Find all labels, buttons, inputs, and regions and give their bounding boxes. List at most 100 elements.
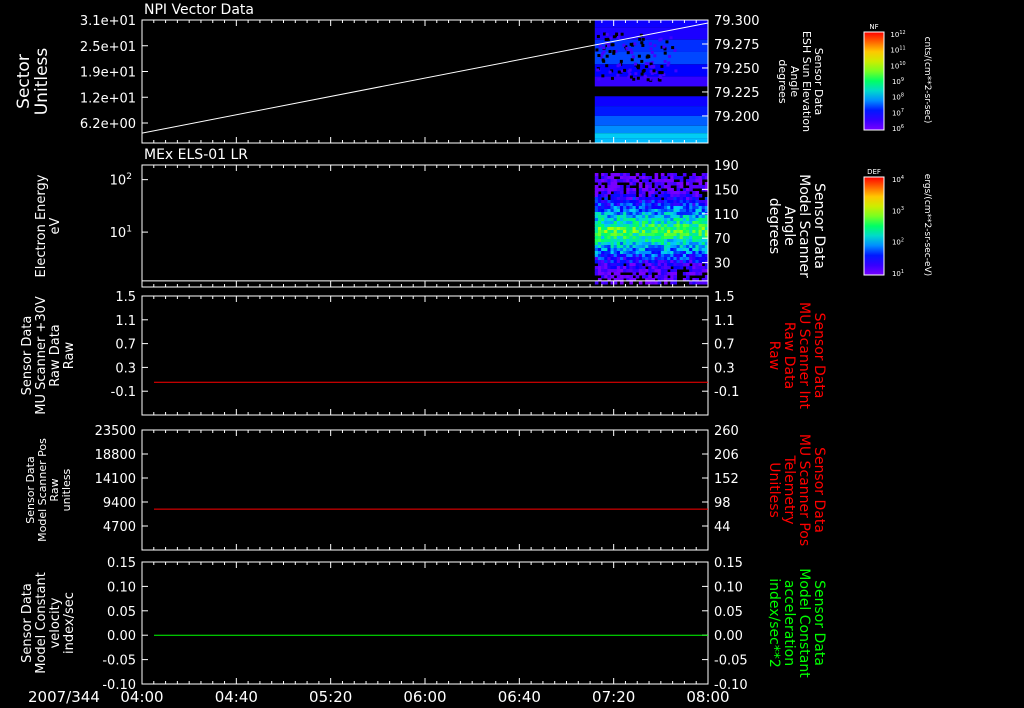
spectrogram-cell xyxy=(651,257,656,261)
spectrogram-cell xyxy=(685,236,690,240)
spectrogram-cell xyxy=(594,281,599,285)
spectrogram-cell xyxy=(663,239,668,243)
spectrogram-cell xyxy=(610,182,615,186)
spectrogram-cell xyxy=(695,179,700,183)
spectrogram-cell xyxy=(616,218,621,222)
spectrogram-cell xyxy=(673,245,678,249)
spectrogram-cell xyxy=(660,64,664,68)
spectrogram-cell xyxy=(673,218,678,222)
spectrogram-cell xyxy=(679,251,684,255)
spectrogram-cell xyxy=(625,46,629,50)
spectrogram-cell xyxy=(616,203,621,207)
spectrogram-cell xyxy=(635,263,640,267)
y2-axis-label: acceleration xyxy=(781,580,797,666)
spectrogram-cell xyxy=(663,176,668,180)
y-axis-label: MU Scanner +30V xyxy=(34,296,49,415)
y-tick-label: 0.7 xyxy=(115,338,136,353)
spectrogram-cell xyxy=(623,269,627,273)
spectrogram-cell xyxy=(663,203,668,207)
spectrogram-cell xyxy=(701,218,706,222)
y2-tick-label: -0.1 xyxy=(714,385,739,400)
colorbar-tick-label: 107 xyxy=(892,108,904,117)
spectrogram-cell xyxy=(695,236,700,240)
spectrogram-cell xyxy=(698,230,703,234)
spectrogram-cell xyxy=(597,218,602,222)
spectrogram-cell xyxy=(638,233,643,237)
spectrogram-cell xyxy=(597,233,602,237)
spectrogram-cell xyxy=(601,275,605,279)
spectrogram-cell xyxy=(616,191,621,195)
spectrogram-cell xyxy=(607,260,612,264)
spectrogram-cell xyxy=(701,206,706,210)
spectrogram-cell xyxy=(601,209,605,213)
spectrogram-cell xyxy=(692,242,696,246)
panel-title: NPI Vector Data xyxy=(144,2,254,18)
spectrogram-cell xyxy=(607,215,612,219)
spectrogram-cell xyxy=(645,281,649,285)
spectrogram-cell xyxy=(667,173,671,177)
spectrogram-cell xyxy=(689,221,693,225)
spectrogram-cell xyxy=(616,194,621,198)
spectrogram-cell xyxy=(654,197,659,201)
spectrogram-cell xyxy=(623,254,627,258)
spectrogram-cell xyxy=(698,257,703,261)
spectrogram-cell xyxy=(610,206,615,210)
panel-5: 0.150.100.050.00-0.05-0.100.150.100.050.… xyxy=(20,556,827,693)
y2-axis-label: degrees xyxy=(766,198,782,254)
spectrogram-cell xyxy=(616,200,621,204)
spectrogram-cell xyxy=(679,221,684,225)
spectrogram-cell xyxy=(695,209,700,213)
spectrogram-cell xyxy=(626,176,630,180)
spectrogram-cell xyxy=(679,263,684,267)
spectrogram-cell xyxy=(701,245,706,249)
spectrogram-cell xyxy=(660,260,665,264)
y-tick-label: 18800 xyxy=(95,448,136,463)
spectrogram-cell xyxy=(676,206,681,210)
spectrogram-cell xyxy=(652,65,656,69)
spectrogram-cell xyxy=(635,236,640,240)
spectrogram-cell xyxy=(648,239,652,243)
spectrogram-cell xyxy=(670,263,674,267)
spectrogram-cell xyxy=(663,275,668,279)
spectrogram-cell xyxy=(660,257,665,261)
spectrogram-cell xyxy=(594,200,599,204)
spectrogram-cell xyxy=(629,239,634,243)
spectrogram-cell xyxy=(632,245,637,249)
spectrogram-cell xyxy=(626,221,630,225)
spectrogram-cell xyxy=(597,251,602,255)
spectrogram-cell xyxy=(597,182,602,186)
spectrogram-cell xyxy=(698,212,703,216)
spectrogram-cell xyxy=(654,206,659,210)
spectrogram-cell xyxy=(640,41,644,45)
spectrogram-cell xyxy=(660,227,665,231)
spectrogram-cell xyxy=(613,209,618,213)
spectrogram-cell xyxy=(645,245,649,249)
spectrogram-cell xyxy=(667,188,671,192)
spectrogram-cell xyxy=(692,269,696,273)
spectrogram-cell xyxy=(623,260,627,264)
spectrogram-cell xyxy=(623,68,627,72)
spectrogram-cell xyxy=(629,230,634,234)
spectrogram-cell xyxy=(651,209,656,213)
spectrogram-cell xyxy=(616,185,621,189)
spectrogram-cell xyxy=(676,215,681,219)
spectrogram-cell xyxy=(649,65,653,69)
spectrogram-cell xyxy=(654,251,659,255)
spectrogram-cell xyxy=(679,245,684,249)
spectrogram-cell xyxy=(657,281,662,285)
spectrogram-cell xyxy=(682,194,687,198)
spectrogram-cell xyxy=(651,215,656,219)
spectrogram-cell xyxy=(641,206,646,210)
spectrogram-cell xyxy=(695,239,700,243)
spectrogram-cell xyxy=(632,200,637,204)
y2-axis-label: MU Scanner Int xyxy=(796,302,812,410)
spectrogram-cell xyxy=(682,191,687,195)
spectrogram-cell xyxy=(651,236,656,240)
spectrogram-cell xyxy=(685,275,690,279)
spectrogram-cell xyxy=(667,272,671,276)
y-axis-label: eV xyxy=(48,217,63,234)
y-tick-label: 0.00 xyxy=(107,629,136,644)
spectrogram-cell xyxy=(601,212,605,216)
spectrogram-cell xyxy=(673,257,678,261)
y-axis-label: Raw xyxy=(62,341,77,369)
